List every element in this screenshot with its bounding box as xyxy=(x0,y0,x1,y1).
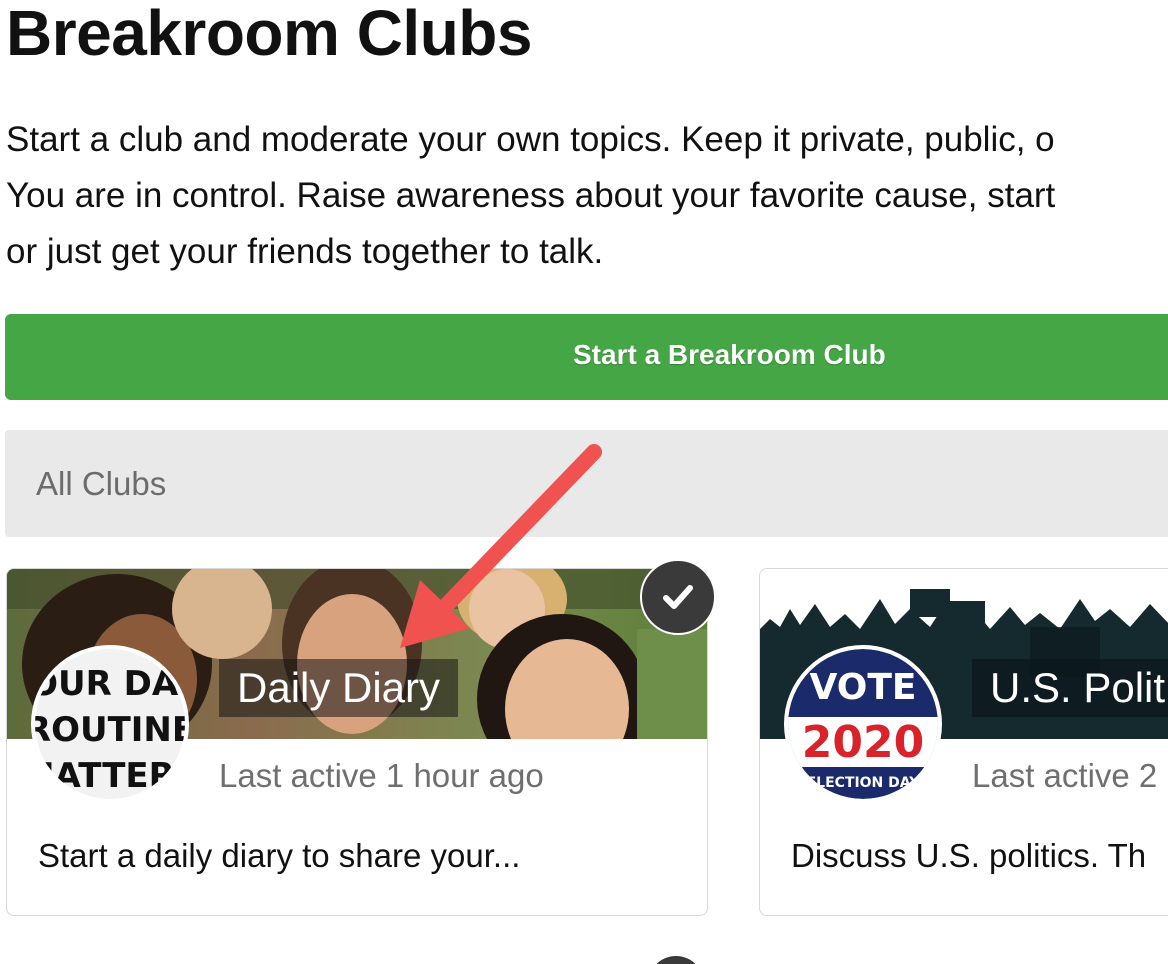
club-name: Daily Diary xyxy=(219,659,459,717)
filter-label: All Clubs xyxy=(36,465,167,502)
avatar-text: OUR DAI xyxy=(35,664,185,704)
club-card-us-politics[interactable]: VOTE 2020 ELECTION DAY U.S. Polit Last a… xyxy=(759,568,1168,916)
joined-badge[interactable] xyxy=(640,559,716,635)
last-active: Last active 1 hour ago xyxy=(219,757,544,794)
avatar-text: ELECTION DAY xyxy=(807,775,921,791)
club-avatar: OUR DAI ROUTINE MATTERS xyxy=(31,645,189,803)
breakroom-clubs-page: Breakroom Clubs Start a club and moderat… xyxy=(0,0,1168,964)
avatar-text: ROUTINE xyxy=(35,710,185,750)
start-club-button-label: Start a Breakroom Club xyxy=(573,339,886,370)
club-name: U.S. Polit xyxy=(972,659,1168,717)
clubs-filter-bar[interactable]: All Clubs xyxy=(5,430,1168,537)
avatar-text: 2020 xyxy=(802,717,924,768)
club-card-daily-diary[interactable]: OUR DAI ROUTINE MATTERS Daily Diary Last… xyxy=(6,568,708,916)
intro-line: You are in control. Raise awareness abou… xyxy=(6,176,1056,215)
last-active: Last active 2 xyxy=(972,757,1158,794)
start-club-button[interactable]: Start a Breakroom Club xyxy=(5,314,1168,400)
club-description: Discuss U.S. politics. Th xyxy=(791,837,1147,874)
intro-text: Start a club and moderate your own topic… xyxy=(6,112,1168,280)
club-avatar: VOTE 2020 ELECTION DAY xyxy=(784,645,942,803)
page-title: Breakroom Clubs xyxy=(6,0,532,69)
avatar-text: MATTERS xyxy=(35,756,185,796)
partial-badge xyxy=(648,956,704,964)
intro-line: Start a club and moderate your own topic… xyxy=(6,120,1055,159)
checkmark-icon xyxy=(663,585,693,609)
intro-line: or just get your friends together to tal… xyxy=(6,232,604,271)
avatar-text: VOTE xyxy=(810,667,917,708)
club-description: Start a daily diary to share your... xyxy=(38,837,521,874)
